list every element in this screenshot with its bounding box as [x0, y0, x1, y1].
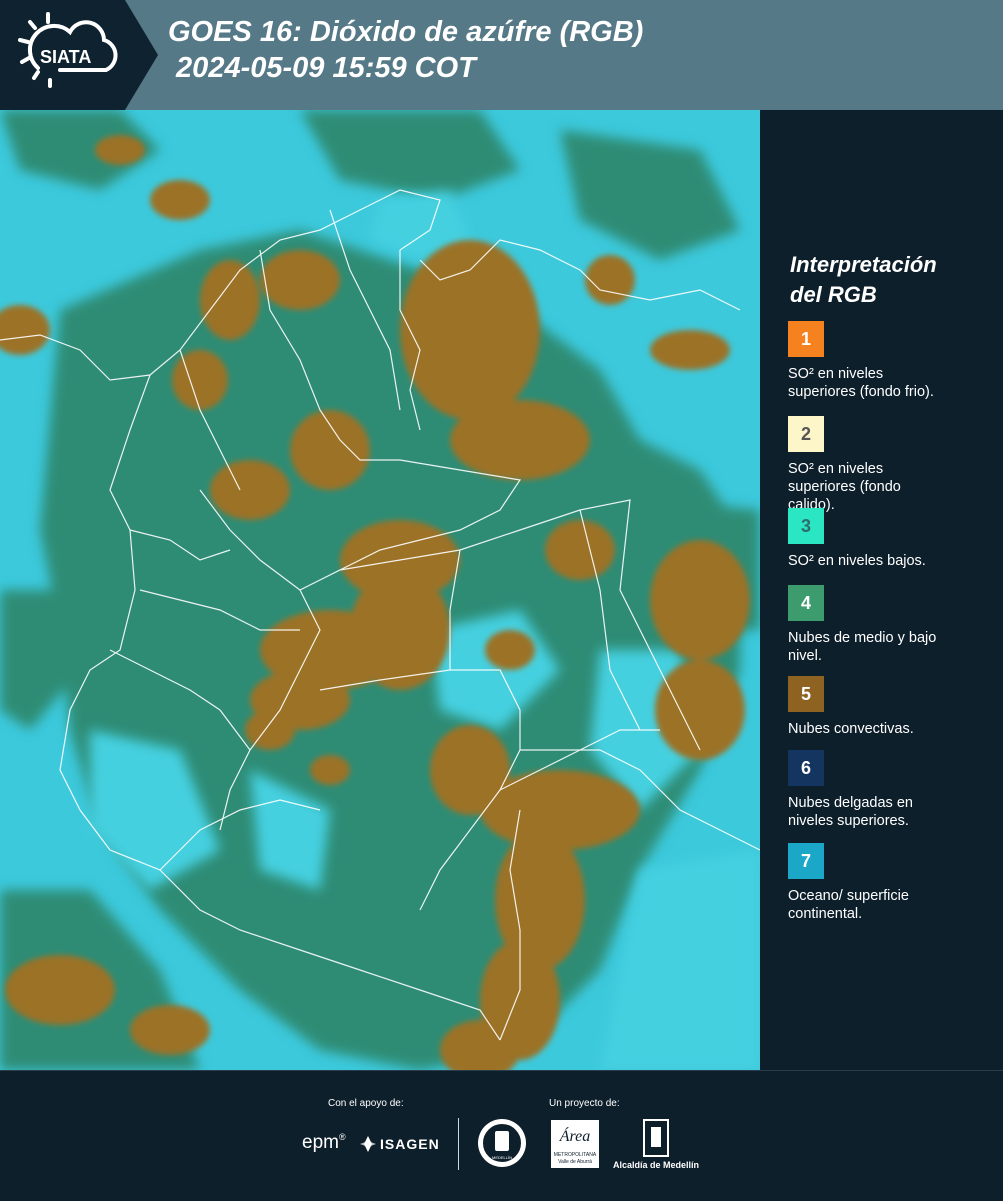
siata-logo-text: SIATA — [40, 47, 91, 67]
legend-swatch-2: 2 — [788, 416, 824, 452]
legend-label-7-line-2: continental. — [788, 906, 863, 922]
legend-label-6-line-2: niveles superiores. — [788, 813, 909, 829]
legend-swatch-5: 5 — [788, 676, 824, 712]
area-logo-text: Área — [559, 1128, 591, 1145]
medellin-shield-icon — [495, 1131, 509, 1151]
legend-label-3-line-1: SO² en niveles bajos. — [788, 553, 926, 569]
legend-label-4-line-1: Nubes de medio y bajo — [788, 630, 937, 646]
legend-title-line-2: del RGB — [790, 282, 877, 307]
siata-logo-block: SIATA — [0, 0, 158, 110]
page-title: GOES 16: Dióxido de azúfre (RGB) 2024-05… — [168, 14, 643, 86]
legend-swatch-7: 7 — [788, 843, 824, 879]
legend-label-2-line-1: SO² en niveles — [788, 461, 884, 477]
legend-label-7-line-1: Oceano/ superficie — [788, 888, 909, 904]
legend-label-6-line-1: Nubes delgadas en — [788, 795, 913, 811]
legend-label-6: Nubes delgadas en niveles superiores. — [788, 794, 998, 830]
legend-label-7: Oceano/ superficie continental. — [788, 887, 998, 923]
legend-label-2: SO² en niveles superiores (fondo calido)… — [788, 460, 998, 514]
legend-label-1-line-2: superiores (fondo frio). — [788, 384, 934, 400]
alcaldia-shield-icon — [643, 1119, 669, 1157]
legend-item-2: 2 SO² en niveles superiores (fondo calid… — [788, 416, 998, 514]
epm-logo: epm® — [302, 1132, 346, 1153]
siata-logo: SIATA — [18, 12, 118, 88]
footer: Con el apoyo de: Un proyecto de: epm® IS… — [0, 1070, 1003, 1201]
legend-label-3: SO² en niveles bajos. — [788, 552, 998, 570]
legend-item-6: 6 Nubes delgadas en niveles superiores. — [788, 750, 998, 830]
satellite-map — [0, 110, 760, 1070]
legend-label-5: Nubes convectivas. — [788, 720, 998, 738]
legend-label-5-line-1: Nubes convectivas. — [788, 721, 914, 737]
legend-swatch-1: 1 — [788, 321, 824, 357]
legend-label-1-line-1: SO² en niveles — [788, 366, 884, 382]
isagen-logo-text: ISAGEN — [380, 1136, 440, 1152]
area-logo-subtext: METROPOLITANA — [553, 1152, 597, 1158]
legend-item-4: 4 Nubes de medio y bajo nivel. — [788, 585, 998, 665]
area-logo-subtext-2: Valle de Aburrá — [558, 1159, 592, 1165]
footer-divider — [458, 1118, 459, 1170]
support-label: Con el apoyo de: — [328, 1098, 404, 1109]
title-line-2: 2024-05-09 15:59 COT — [168, 52, 476, 84]
alcaldia-logo-text: Alcaldía de Medellín — [613, 1160, 700, 1170]
legend-title: Interpretación del RGB — [790, 250, 937, 310]
rgb-legend: Interpretación del RGB 1 SO² en niveles … — [760, 110, 1003, 1070]
header-bar: SIATA GOES 16: Dióxido de azúfre (RGB) 2… — [0, 0, 1003, 110]
legend-swatch-6: 6 — [788, 750, 824, 786]
epm-logo-text: epm — [302, 1132, 339, 1153]
legend-label-2-line-2: superiores (fondo — [788, 479, 901, 495]
legend-label-1: SO² en niveles superiores (fondo frio). — [788, 365, 998, 401]
satellite-image — [0, 110, 760, 1070]
project-label: Un proyecto de: — [549, 1098, 620, 1109]
legend-label-4-line-2: nivel. — [788, 648, 822, 664]
legend-item-5: 5 Nubes convectivas. — [788, 676, 998, 738]
medellin-seal: MEDELLÍN — [478, 1119, 526, 1167]
isagen-icon — [360, 1136, 376, 1152]
legend-swatch-4: 4 — [788, 585, 824, 621]
legend-item-3: 3 SO² en niveles bajos. — [788, 508, 998, 570]
legend-label-4: Nubes de medio y bajo nivel. — [788, 629, 998, 665]
medellin-seal-text: MEDELLÍN — [491, 1155, 512, 1160]
alcaldia-logo — [643, 1119, 669, 1157]
legend-swatch-3: 3 — [788, 508, 824, 544]
legend-item-7: 7 Oceano/ superficie continental. — [788, 843, 998, 923]
area-metropolitana-logo: Área METROPOLITANA Valle de Aburrá — [551, 1120, 599, 1168]
legend-item-1: 1 SO² en niveles superiores (fondo frio)… — [788, 321, 998, 401]
legend-title-line-1: Interpretación — [790, 252, 937, 277]
title-line-1: GOES 16: Dióxido de azúfre (RGB) — [168, 16, 644, 48]
